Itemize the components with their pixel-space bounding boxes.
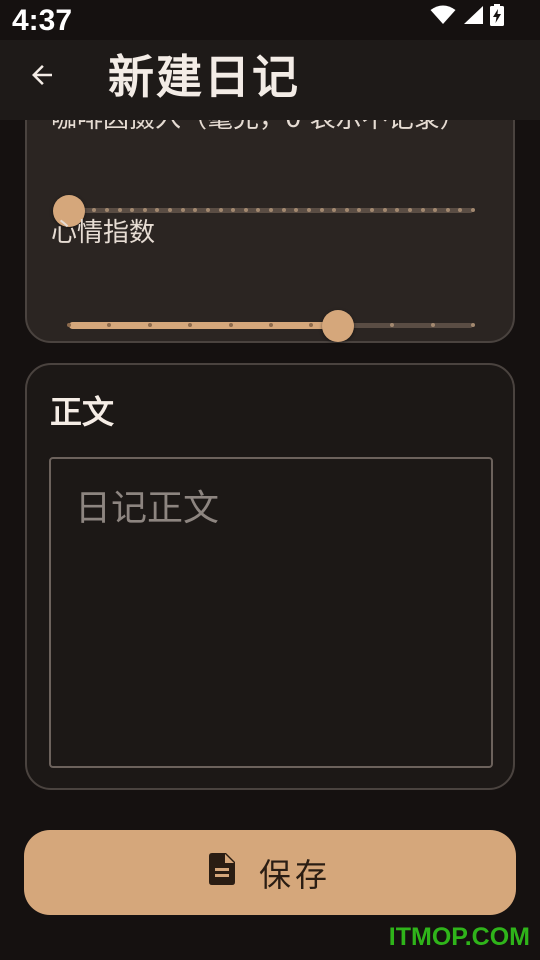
slider-thumb[interactable] xyxy=(322,310,354,342)
slider-tick xyxy=(231,208,235,212)
slider-tick xyxy=(307,208,311,212)
slider-tick xyxy=(370,208,374,212)
slider-tick xyxy=(431,323,435,327)
battery-charging-icon xyxy=(490,4,504,30)
slider-tick xyxy=(458,208,462,212)
slider-tick xyxy=(188,323,192,327)
slider-tick xyxy=(383,208,387,212)
caffeine-slider-label: 咖啡因摄入（毫克，0 表示不记录） xyxy=(51,120,466,135)
slider-tick xyxy=(282,208,286,212)
slider-tick xyxy=(155,208,159,212)
mood-slider[interactable] xyxy=(67,308,475,344)
save-button-label: 保存 xyxy=(258,855,331,894)
slider-tick xyxy=(148,323,152,327)
slider-tick xyxy=(206,208,210,212)
arrow-back-icon xyxy=(27,60,57,94)
slider-tick xyxy=(107,323,111,327)
diary-body-input[interactable] xyxy=(49,457,493,768)
slider-tick xyxy=(446,208,450,212)
slider-tick xyxy=(269,208,273,212)
slider-tick xyxy=(219,208,223,212)
slider-tick xyxy=(395,208,399,212)
back-button[interactable] xyxy=(18,53,66,101)
slider-tick xyxy=(168,208,172,212)
body-section-title: 正文 xyxy=(50,393,115,431)
metrics-card: 咖啡因摄入（毫克，0 表示不记录） 心情指数 xyxy=(25,120,515,343)
body-card: 正文 xyxy=(25,363,515,790)
signal-icon xyxy=(462,5,484,29)
mood-label: 心情指数 xyxy=(51,218,156,248)
app-bar: 新建日记 xyxy=(0,37,540,120)
slider-tick xyxy=(193,208,197,212)
status-icons xyxy=(430,4,504,30)
slider-tick xyxy=(320,208,324,212)
slider-tick xyxy=(357,208,361,212)
save-file-icon xyxy=(208,852,235,893)
save-button[interactable]: 保存 xyxy=(24,830,516,915)
form-content[interactable]: 咖啡因摄入（毫克，0 表示不记录） 心情指数 正文 xyxy=(0,120,540,960)
page-title: 新建日记 xyxy=(108,50,300,104)
slider-tick xyxy=(433,208,437,212)
screen: 4:37 新建日记 心情指数 正文 日记正文 保存 ITMOP.COM xyxy=(0,0,540,960)
slider-tick xyxy=(67,323,71,327)
status-time: 4:37 xyxy=(12,4,73,37)
slider-tick xyxy=(471,208,475,212)
slider-tick xyxy=(421,208,425,212)
slider-tick xyxy=(294,208,298,212)
slider-tick xyxy=(181,208,185,212)
watermark: ITMOP.COM xyxy=(388,923,530,951)
slider-tick xyxy=(256,208,260,212)
slider-tick xyxy=(408,208,412,212)
slider-tick xyxy=(269,323,273,327)
slider-tick xyxy=(345,208,349,212)
slider-tick xyxy=(244,208,248,212)
slider-tick xyxy=(309,323,313,327)
slider-tick xyxy=(471,323,475,327)
slider-tick xyxy=(332,208,336,212)
status-bar: 4:37 xyxy=(0,0,540,40)
slider-tick xyxy=(390,323,394,327)
slider-tick xyxy=(229,323,233,327)
wifi-icon xyxy=(430,5,456,29)
